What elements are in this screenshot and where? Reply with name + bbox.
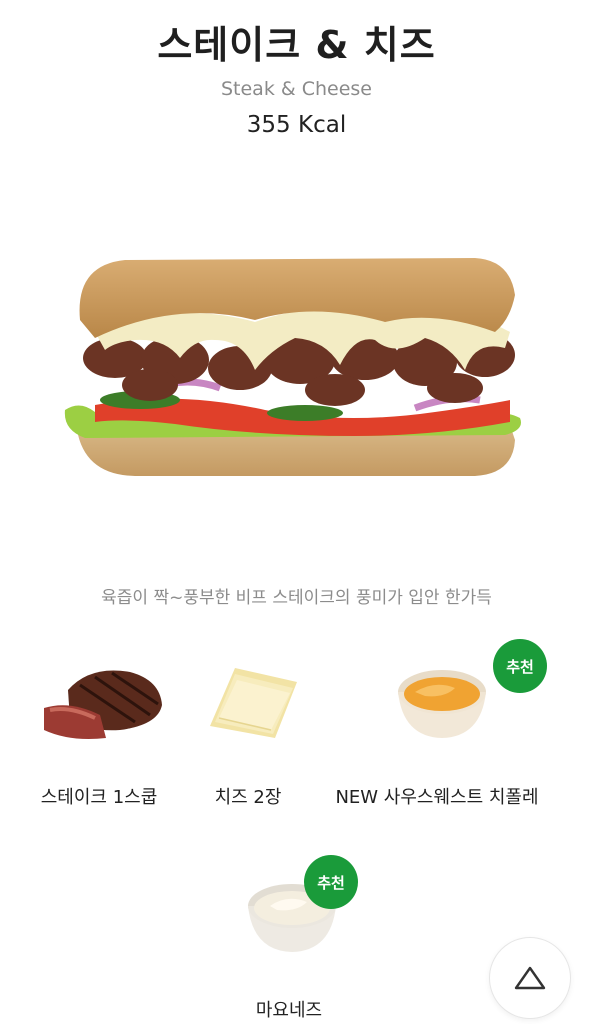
ingredient-label: 치즈 2장: [214, 787, 282, 808]
ingredient-label: 스테이크 1스쿱: [40, 787, 158, 808]
recommended-badge: 추천: [304, 855, 358, 909]
cheese-slices-icon: [210, 668, 297, 738]
triangle-up-icon: [514, 966, 546, 990]
product-title: 스테이크 & 치즈: [157, 23, 436, 67]
scroll-top-button[interactable]: [489, 937, 571, 1019]
product-description: 육즙이 짝~풍부한 비프 스테이크의 풍미가 입안 한가득: [101, 588, 492, 608]
ingredient-label: NEW 사우스웨스트 치폴레: [335, 787, 539, 808]
ingredient-label: 마요네즈: [255, 1000, 323, 1021]
sandwich-image: [64, 258, 522, 476]
recommended-badge: 추천: [493, 639, 547, 693]
steak-icon: [44, 670, 162, 739]
product-calories: 355 Kcal: [246, 112, 347, 138]
product-subtitle: Steak & Cheese: [220, 78, 373, 100]
chipotle-sauce-icon: [398, 670, 486, 738]
